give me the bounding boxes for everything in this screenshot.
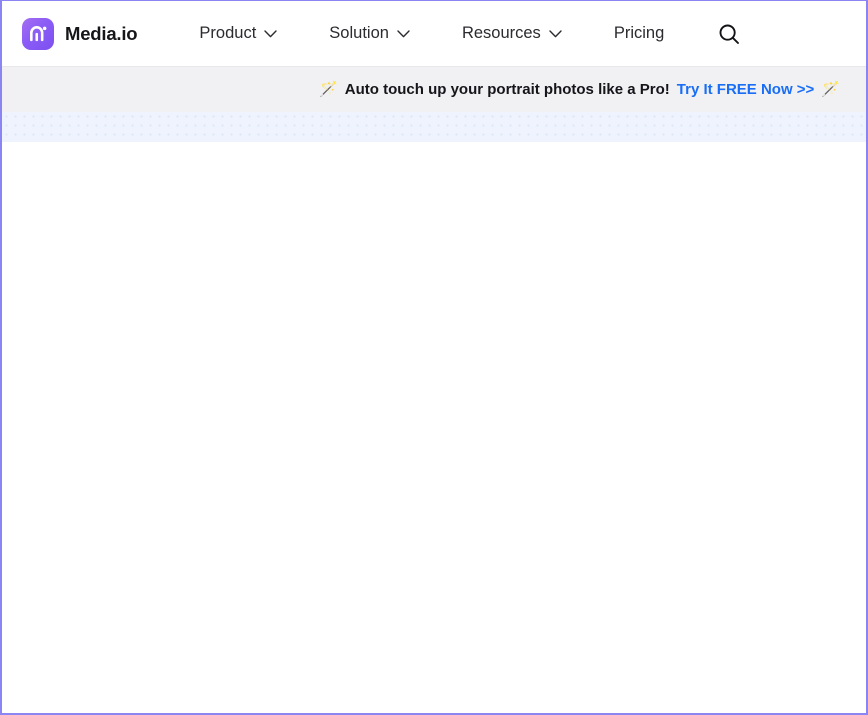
nav-item-label: Resources <box>462 24 541 43</box>
primary-nav: Product Solution Resources Pricing <box>173 24 690 43</box>
page-root: Media.io Product Solution Resources <box>0 0 868 715</box>
nav-item-pricing[interactable]: Pricing <box>588 24 690 43</box>
brand-logo-link[interactable]: Media.io <box>22 18 137 50</box>
decorative-dot-strip <box>2 112 866 142</box>
magic-wand-icon: 🪄 <box>319 82 338 97</box>
nav-item-resources[interactable]: Resources <box>436 24 588 43</box>
promo-cta-link[interactable]: Try It FREE Now >> <box>677 81 815 98</box>
nav-item-label: Pricing <box>614 24 664 43</box>
chevron-down-icon <box>549 30 562 38</box>
nav-item-solution[interactable]: Solution <box>303 24 436 43</box>
promo-text: Auto touch up your portrait photos like … <box>345 81 670 98</box>
promo-banner[interactable]: 🪄 Auto touch up your portrait photos lik… <box>2 67 866 112</box>
chevron-down-icon <box>264 30 277 38</box>
chevron-down-icon <box>397 30 410 38</box>
media-io-logo-icon <box>22 18 54 50</box>
nav-item-label: Product <box>199 24 256 43</box>
promo-banner-content: 🪄 Auto touch up your portrait photos lik… <box>319 81 840 98</box>
nav-item-product[interactable]: Product <box>173 24 303 43</box>
search-icon[interactable] <box>712 17 746 51</box>
nav-item-label: Solution <box>329 24 389 43</box>
brand-name: Media.io <box>65 23 137 45</box>
site-header: Media.io Product Solution Resources <box>2 1 866 67</box>
magic-wand-icon: 🪄 <box>821 82 840 97</box>
